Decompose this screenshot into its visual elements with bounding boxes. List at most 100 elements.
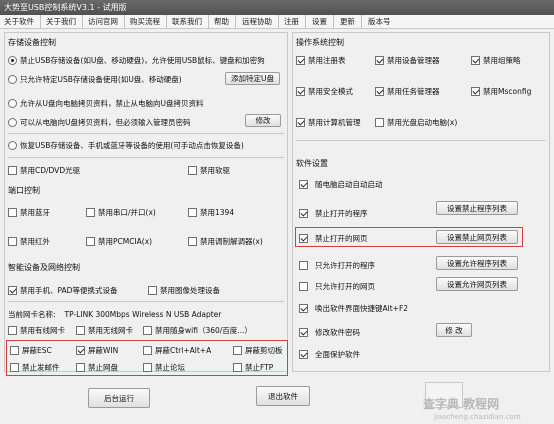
- storage-option-block-usb[interactable]: 禁止USB存储设备(如U盘、移动硬盘)，允许使用USB鼠标、键盘和加密狗: [8, 55, 265, 66]
- allow-sites-checkbox[interactable]: 只允许打开的网页: [299, 281, 375, 292]
- modify-password-button[interactable]: 修改: [245, 114, 281, 127]
- checkbox[interactable]: [8, 326, 17, 335]
- set-allowed-sites-button[interactable]: 设置允许网页列表: [436, 277, 518, 291]
- run-in-background-button[interactable]: 后台运行: [88, 388, 150, 408]
- disable-registry-checkbox[interactable]: 禁用注册表: [296, 55, 346, 66]
- storage-option-restore[interactable]: 恢复USB存储设备、手机或蓝牙等设备的使用(可手动点击恢复设备): [8, 140, 244, 151]
- block-clipboard-checkbox[interactable]: 屏蔽剪切板: [233, 345, 283, 356]
- disable-computer-management-checkbox[interactable]: 禁用计算机管理: [296, 117, 361, 128]
- menu-settings[interactable]: 设置: [311, 15, 334, 29]
- exit-software-button[interactable]: 退出软件: [256, 386, 310, 406]
- checkbox[interactable]: [233, 346, 242, 355]
- checkbox[interactable]: [8, 208, 17, 217]
- checkbox[interactable]: [471, 87, 480, 96]
- block-netdisk-checkbox[interactable]: 禁止网盘: [76, 362, 118, 373]
- checkbox[interactable]: [86, 237, 95, 246]
- checkbox[interactable]: [299, 180, 308, 189]
- full-protection-checkbox[interactable]: 全面保护软件: [299, 349, 360, 360]
- checkbox[interactable]: [10, 346, 19, 355]
- checkbox[interactable]: [375, 56, 384, 65]
- checkbox[interactable]: [233, 363, 242, 372]
- checkbox[interactable]: [296, 118, 305, 127]
- disable-mobile-devices-checkbox[interactable]: 禁用手机、PAD等便携式设备: [8, 285, 117, 296]
- disable-wireless-nic-checkbox[interactable]: 禁用无线网卡: [76, 325, 133, 336]
- menu-version[interactable]: 版本号: [367, 15, 397, 29]
- storage-option-read-only[interactable]: 允许从U盘向电脑拷贝资料，禁止从电脑向U盘拷贝资料: [8, 98, 203, 109]
- set-allowed-programs-button[interactable]: 设置允许程序列表: [436, 256, 518, 270]
- checkbox[interactable]: [299, 234, 308, 243]
- checkbox[interactable]: [8, 237, 17, 246]
- checkbox[interactable]: [76, 363, 85, 372]
- radio-button[interactable]: [8, 56, 17, 65]
- block-esc-checkbox[interactable]: 屏蔽ESC: [10, 345, 52, 356]
- checkbox[interactable]: [8, 166, 17, 175]
- set-blocked-sites-button[interactable]: 设置禁止网页列表: [436, 230, 518, 244]
- checkbox[interactable]: [296, 87, 305, 96]
- change-password-checkbox[interactable]: 修改软件密码: [299, 327, 360, 338]
- checkbox[interactable]: [143, 346, 152, 355]
- checkbox[interactable]: [188, 208, 197, 217]
- block-programs-checkbox[interactable]: 禁止打开的程序: [299, 208, 368, 219]
- disable-serial-checkbox[interactable]: 禁用串口/并口(x): [86, 207, 156, 218]
- disable-1394-checkbox[interactable]: 禁用1394: [188, 207, 234, 218]
- checkbox[interactable]: [299, 350, 308, 359]
- disable-group-policy-checkbox[interactable]: 禁用组策略: [471, 55, 521, 66]
- menu-contact[interactable]: 联系我们: [171, 15, 209, 29]
- checkbox[interactable]: [148, 286, 157, 295]
- add-specific-usb-button[interactable]: 添加特定U盘: [225, 72, 280, 85]
- block-forum-checkbox[interactable]: 禁止论坛: [143, 362, 185, 373]
- menu-update[interactable]: 更新: [339, 15, 362, 29]
- disable-imaging-checkbox[interactable]: 禁用图像处理设备: [148, 285, 220, 296]
- autostart-checkbox[interactable]: 随电脑启动自动启动: [299, 179, 383, 190]
- disable-wired-nic-checkbox[interactable]: 禁用有线网卡: [8, 325, 65, 336]
- disable-infrared-checkbox[interactable]: 禁用红外: [8, 236, 50, 247]
- checkbox[interactable]: [296, 56, 305, 65]
- menu-register[interactable]: 注册: [283, 15, 306, 29]
- checkbox[interactable]: [76, 346, 85, 355]
- checkbox[interactable]: [10, 363, 19, 372]
- block-email-checkbox[interactable]: 禁止发邮件: [10, 362, 60, 373]
- allow-programs-checkbox[interactable]: 只允许打开的程序: [299, 260, 375, 271]
- block-win-checkbox[interactable]: 屏蔽WIN: [76, 345, 118, 356]
- disable-cd-boot-checkbox[interactable]: 禁用光盘启动电脑(x): [375, 117, 457, 128]
- block-ftp-checkbox[interactable]: 禁止FTP: [233, 362, 273, 373]
- disable-pcmcia-checkbox[interactable]: 禁用PCMCIA(x): [86, 236, 152, 247]
- menu-about-software[interactable]: 关于软件: [3, 15, 41, 29]
- checkbox[interactable]: [299, 209, 308, 218]
- set-blocked-programs-button[interactable]: 设置禁止程序列表: [436, 201, 518, 215]
- checkbox[interactable]: [299, 328, 308, 337]
- checkbox[interactable]: [375, 118, 384, 127]
- disable-task-manager-checkbox[interactable]: 禁用任务管理器: [375, 86, 440, 97]
- checkbox[interactable]: [76, 326, 85, 335]
- checkbox[interactable]: [375, 87, 384, 96]
- storage-option-specific-usb[interactable]: 只允许特定USB存储设备使用(如U盘、移动硬盘): [8, 74, 182, 85]
- checkbox[interactable]: [86, 208, 95, 217]
- disable-msconfig-checkbox[interactable]: 禁用Msconfig: [471, 86, 531, 97]
- disable-portable-wifi-checkbox[interactable]: 禁用随身wifi（360/百度...）: [143, 325, 252, 336]
- menu-visit-site[interactable]: 访问官网: [87, 15, 125, 29]
- disable-cd-dvd-checkbox[interactable]: 禁用CD/DVD光驱: [8, 165, 80, 176]
- radio-button[interactable]: [8, 141, 17, 150]
- checkbox[interactable]: [471, 56, 480, 65]
- radio-button[interactable]: [8, 75, 17, 84]
- menu-help[interactable]: 帮助: [213, 15, 236, 29]
- block-ctrl-alt-a-checkbox[interactable]: 屏蔽Ctrl+Alt+A: [143, 345, 211, 356]
- disable-modem-checkbox[interactable]: 禁用调制解调器(x): [188, 236, 263, 247]
- menu-remote-assist[interactable]: 远程协助: [241, 15, 279, 29]
- change-password-button[interactable]: 修 改: [436, 323, 472, 337]
- disable-floppy-checkbox[interactable]: 禁用软驱: [188, 165, 230, 176]
- checkbox[interactable]: [143, 363, 152, 372]
- checkbox[interactable]: [143, 326, 152, 335]
- checkbox[interactable]: [299, 282, 308, 291]
- checkbox[interactable]: [8, 286, 17, 295]
- menu-purchase[interactable]: 购买流程: [129, 15, 167, 29]
- checkbox[interactable]: [188, 166, 197, 175]
- radio-button[interactable]: [8, 118, 17, 127]
- disable-device-manager-checkbox[interactable]: 禁用设备管理器: [375, 55, 440, 66]
- block-sites-checkbox[interactable]: 禁止打开的网页: [299, 233, 368, 244]
- checkbox[interactable]: [188, 237, 197, 246]
- checkbox[interactable]: [299, 261, 308, 270]
- menu-about-us[interactable]: 关于我们: [45, 15, 83, 29]
- storage-option-password[interactable]: 可以从电脑向U盘拷贝资料，但必须输入管理员密码: [8, 117, 191, 128]
- disable-bluetooth-checkbox[interactable]: 禁用蓝牙: [8, 207, 50, 218]
